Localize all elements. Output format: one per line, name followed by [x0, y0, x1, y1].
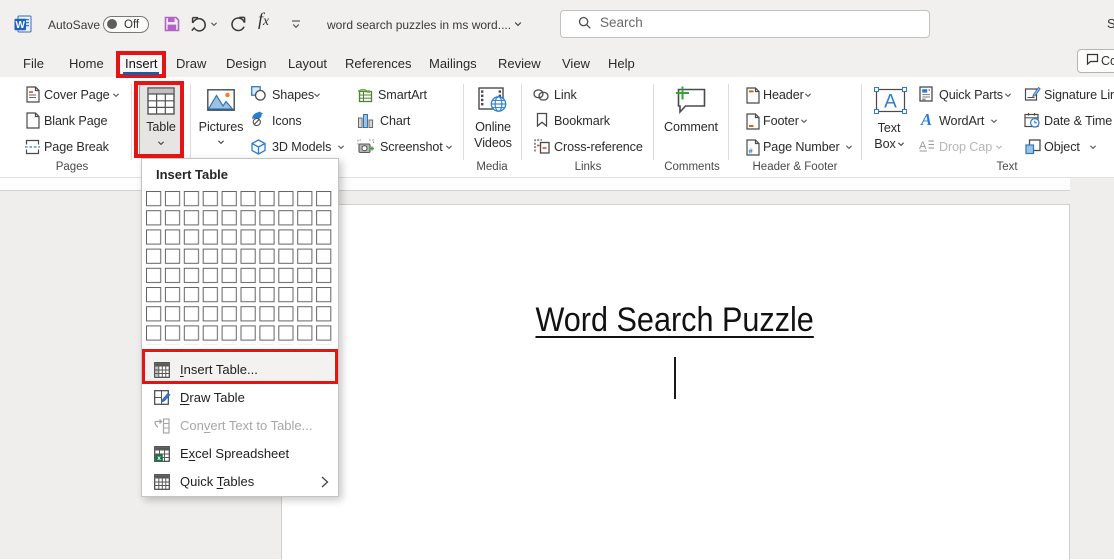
svg-text:A: A: [884, 92, 897, 113]
svg-text:x: x: [157, 455, 161, 462]
svg-text:A: A: [919, 140, 927, 152]
svg-text:W: W: [15, 20, 25, 31]
svg-text:A: A: [920, 111, 932, 128]
